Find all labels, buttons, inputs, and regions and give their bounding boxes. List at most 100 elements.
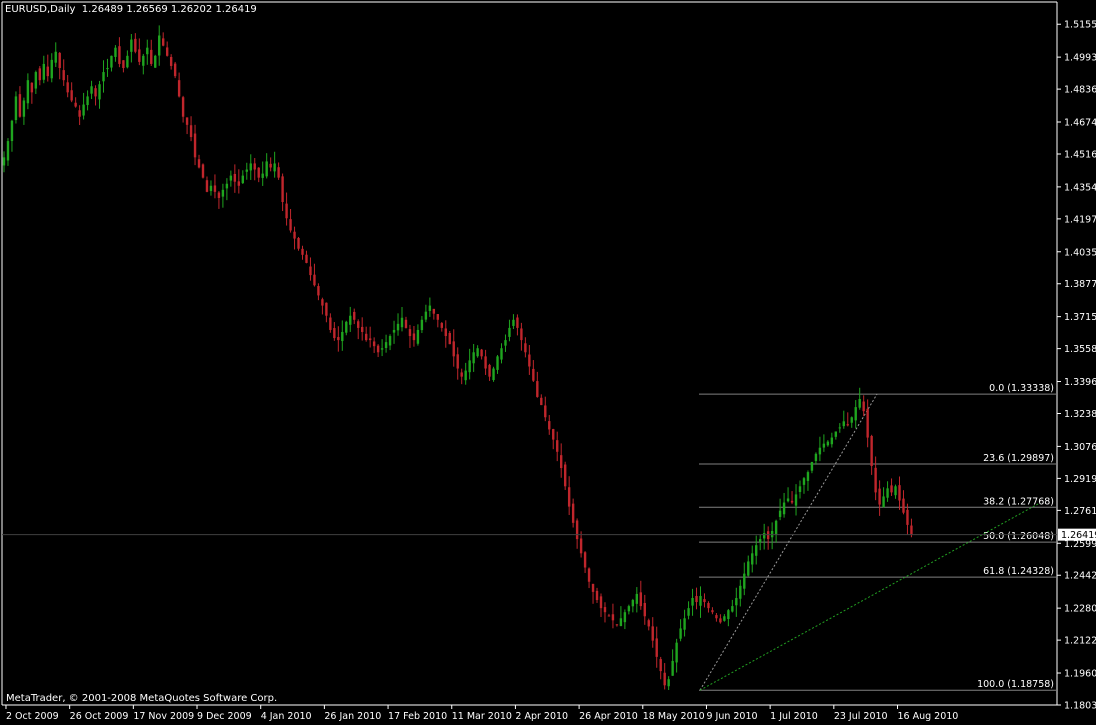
candle-body bbox=[416, 329, 420, 344]
candle-body bbox=[695, 595, 698, 603]
candle-body bbox=[615, 624, 619, 626]
candle-body bbox=[818, 447, 822, 455]
candle-body bbox=[189, 125, 193, 138]
candle-body bbox=[440, 323, 443, 328]
candle-body bbox=[631, 600, 635, 607]
y-tick-label: 1.24420 bbox=[1064, 571, 1096, 582]
candle-body bbox=[436, 314, 440, 320]
candle-body bbox=[94, 88, 97, 97]
candle-body bbox=[886, 488, 889, 498]
candle-body bbox=[643, 602, 646, 617]
candle-body bbox=[400, 317, 404, 328]
candle-body bbox=[540, 397, 543, 406]
candle-body bbox=[667, 679, 670, 687]
candle-body bbox=[882, 496, 885, 508]
candle-body bbox=[464, 370, 467, 381]
candle-body bbox=[822, 443, 826, 448]
candle-body bbox=[707, 603, 710, 609]
y-tick-label: 1.19605 bbox=[1064, 669, 1096, 680]
candle-body bbox=[524, 343, 527, 353]
x-tick-label: 9 Jun 2010 bbox=[706, 711, 757, 722]
candle-body bbox=[747, 561, 750, 576]
candle-body bbox=[74, 102, 77, 107]
candle-body bbox=[830, 437, 834, 445]
candle-body bbox=[794, 494, 798, 506]
x-tick-label: 26 Oct 2009 bbox=[70, 711, 129, 722]
candle-body bbox=[229, 175, 233, 181]
candle-body bbox=[735, 597, 738, 606]
candle-body bbox=[739, 585, 742, 599]
candle-body bbox=[854, 407, 857, 421]
candle-body bbox=[563, 464, 567, 487]
y-tick-label: 1.49935 bbox=[1064, 53, 1096, 64]
candle-body bbox=[774, 520, 778, 535]
x-tick-label: 9 Dec 2009 bbox=[197, 711, 252, 722]
candle-body bbox=[488, 364, 491, 377]
candle-body bbox=[826, 441, 830, 446]
candle-body bbox=[500, 348, 503, 360]
y-tick-label: 1.32385 bbox=[1064, 409, 1096, 420]
candle-body bbox=[14, 96, 18, 121]
candle-body bbox=[782, 502, 786, 515]
x-tick-label: 17 Feb 2010 bbox=[388, 711, 447, 722]
candle-body bbox=[842, 421, 845, 427]
candle-body bbox=[731, 606, 734, 612]
candle-body bbox=[253, 163, 256, 170]
y-tick-label: 1.35580 bbox=[1064, 344, 1096, 355]
candle-body bbox=[846, 424, 849, 426]
candle-body bbox=[285, 203, 288, 219]
candle-body bbox=[492, 368, 495, 381]
candle-body bbox=[408, 329, 412, 337]
candle-body bbox=[142, 55, 145, 66]
candle-body bbox=[221, 189, 225, 197]
candle-body bbox=[173, 63, 177, 77]
candle-body bbox=[337, 337, 340, 341]
y-tick-label: 1.51555 bbox=[1064, 20, 1096, 31]
candle-body bbox=[169, 56, 173, 66]
candle-body bbox=[814, 453, 818, 461]
candle-body bbox=[906, 509, 909, 525]
candle-body bbox=[185, 117, 189, 125]
candle-body bbox=[341, 331, 344, 342]
x-tick-label: 16 Aug 2010 bbox=[898, 711, 959, 722]
candle-body bbox=[193, 133, 197, 158]
candle-body bbox=[412, 333, 416, 341]
x-tick-label: 18 May 2010 bbox=[643, 711, 705, 722]
price-axis: 1.51555 1.49935 1.48360 1.46740 1.45165 1.435… bbox=[1057, 20, 1096, 712]
candle-body bbox=[770, 530, 774, 538]
candle-body bbox=[504, 340, 507, 346]
candle-body bbox=[70, 90, 73, 101]
fib-level-label: 23.6 (1.29897) bbox=[983, 453, 1054, 464]
candle-body bbox=[333, 328, 336, 339]
candle-body bbox=[102, 72, 105, 82]
candle-body bbox=[106, 67, 109, 70]
candle-body bbox=[663, 672, 666, 686]
copyright-text: MetaTrader, © 2001-2008 MetaQuotes Softw… bbox=[6, 693, 278, 704]
y-tick-label: 1.46740 bbox=[1064, 118, 1096, 129]
candle-body bbox=[233, 173, 237, 182]
candle-body bbox=[567, 487, 571, 507]
candle-body bbox=[30, 82, 34, 93]
candle-body bbox=[376, 345, 380, 353]
candle-body bbox=[560, 455, 563, 469]
fibonacci-retracement: 0.0 (1.33338) 23.6 (1.29897) 38.2 (1.27768… bbox=[699, 383, 1056, 691]
candle-body bbox=[456, 354, 459, 369]
candle-body bbox=[82, 104, 85, 116]
candle-body bbox=[281, 176, 284, 203]
candle-body bbox=[325, 302, 328, 316]
candle-body bbox=[361, 326, 364, 332]
candle-body bbox=[858, 398, 861, 408]
candle-body bbox=[349, 315, 352, 325]
candle-body bbox=[62, 70, 65, 81]
candle-body bbox=[619, 618, 623, 627]
x-tick-label: 4 Jan 2010 bbox=[261, 711, 312, 722]
candle-body bbox=[305, 254, 308, 263]
y-tick-label: 1.48360 bbox=[1064, 85, 1096, 96]
open-value: 1.26489 bbox=[81, 4, 124, 15]
candle-body bbox=[257, 167, 260, 178]
candle-body bbox=[607, 615, 611, 617]
low-value: 1.26202 bbox=[170, 4, 213, 15]
current-price-label: 1.26419 bbox=[1061, 530, 1096, 541]
candle-body bbox=[603, 607, 607, 613]
candle-body bbox=[755, 545, 758, 556]
